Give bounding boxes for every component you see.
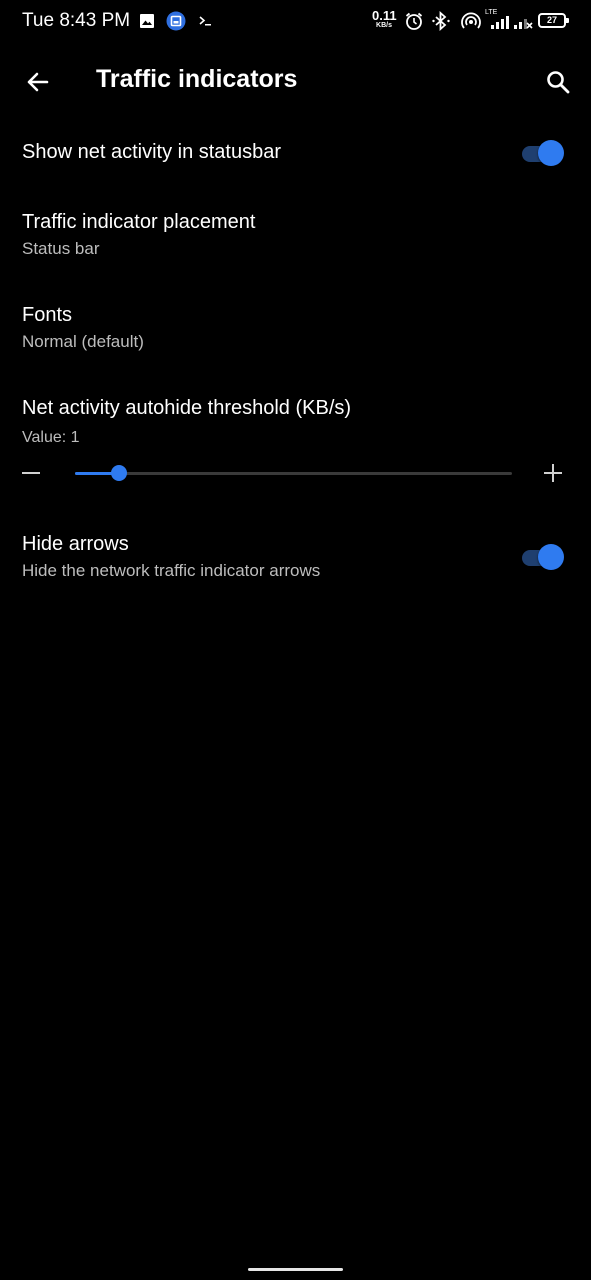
alarm-icon xyxy=(404,11,424,36)
net-speed-unit: KB/s xyxy=(376,22,392,29)
app-notification-icon xyxy=(166,11,186,36)
arrow-back-icon xyxy=(27,72,49,92)
minus-icon xyxy=(22,472,40,474)
pref-summary: Status bar xyxy=(22,239,100,258)
terminal-icon xyxy=(198,14,212,33)
app-bar: Traffic indicators xyxy=(0,44,591,120)
page-title: Traffic indicators xyxy=(96,65,298,93)
image-icon xyxy=(139,13,155,34)
pref-summary: Normal (default) xyxy=(22,332,144,351)
show-net-activity-switch[interactable] xyxy=(520,138,566,168)
pref-title: Net activity autohide threshold (KB/s) xyxy=(22,397,352,419)
pref-show-net-activity[interactable]: Show net activity in statusbar xyxy=(0,125,591,185)
increase-button[interactable] xyxy=(542,462,564,484)
signal-icon-2 xyxy=(513,14,533,35)
decrease-button[interactable] xyxy=(20,462,42,484)
status-time: Tue 8:43 PM xyxy=(22,10,131,31)
net-speed-value: 0.11 xyxy=(372,8,397,23)
settings-screen: Tue 8:43 PM 0.11 KB/s LTE 27 Traffic ind… xyxy=(0,0,591,1280)
switch-thumb xyxy=(538,140,564,166)
battery-icon: 27 xyxy=(538,13,569,28)
signal-icon xyxy=(490,14,510,35)
search-icon xyxy=(547,71,570,94)
net-speed-indicator: 0.11 KB/s xyxy=(372,8,397,29)
pref-title: Show net activity in statusbar xyxy=(22,141,282,163)
hide-arrows-switch[interactable] xyxy=(520,542,566,572)
pref-title: Traffic indicator placement xyxy=(22,211,256,233)
pref-summary: Hide the network traffic indicator arrow… xyxy=(22,561,321,580)
search-button[interactable] xyxy=(540,64,576,100)
pref-title: Hide arrows xyxy=(22,533,129,555)
status-bar: Tue 8:43 PM 0.11 KB/s LTE 27 xyxy=(0,0,591,44)
slider-thumb[interactable] xyxy=(111,465,127,481)
gesture-nav-handle[interactable] xyxy=(248,1268,343,1271)
threshold-value: Value: 1 xyxy=(22,429,80,446)
pref-indicator-placement[interactable]: Traffic indicator placement Status bar xyxy=(0,195,591,275)
pref-title: Fonts xyxy=(22,304,73,326)
switch-thumb xyxy=(538,544,564,570)
pref-fonts[interactable]: Fonts Normal (default) xyxy=(0,288,591,368)
bluetooth-icon xyxy=(430,10,452,37)
plus-icon xyxy=(544,464,562,482)
back-button[interactable] xyxy=(20,64,56,100)
threshold-slider[interactable] xyxy=(75,465,512,481)
hotspot-icon xyxy=(460,11,482,36)
pref-hide-arrows[interactable]: Hide arrows Hide the network traffic ind… xyxy=(0,517,591,597)
pref-autohide-threshold: Net activity autohide threshold (KB/s) V… xyxy=(0,381,591,501)
